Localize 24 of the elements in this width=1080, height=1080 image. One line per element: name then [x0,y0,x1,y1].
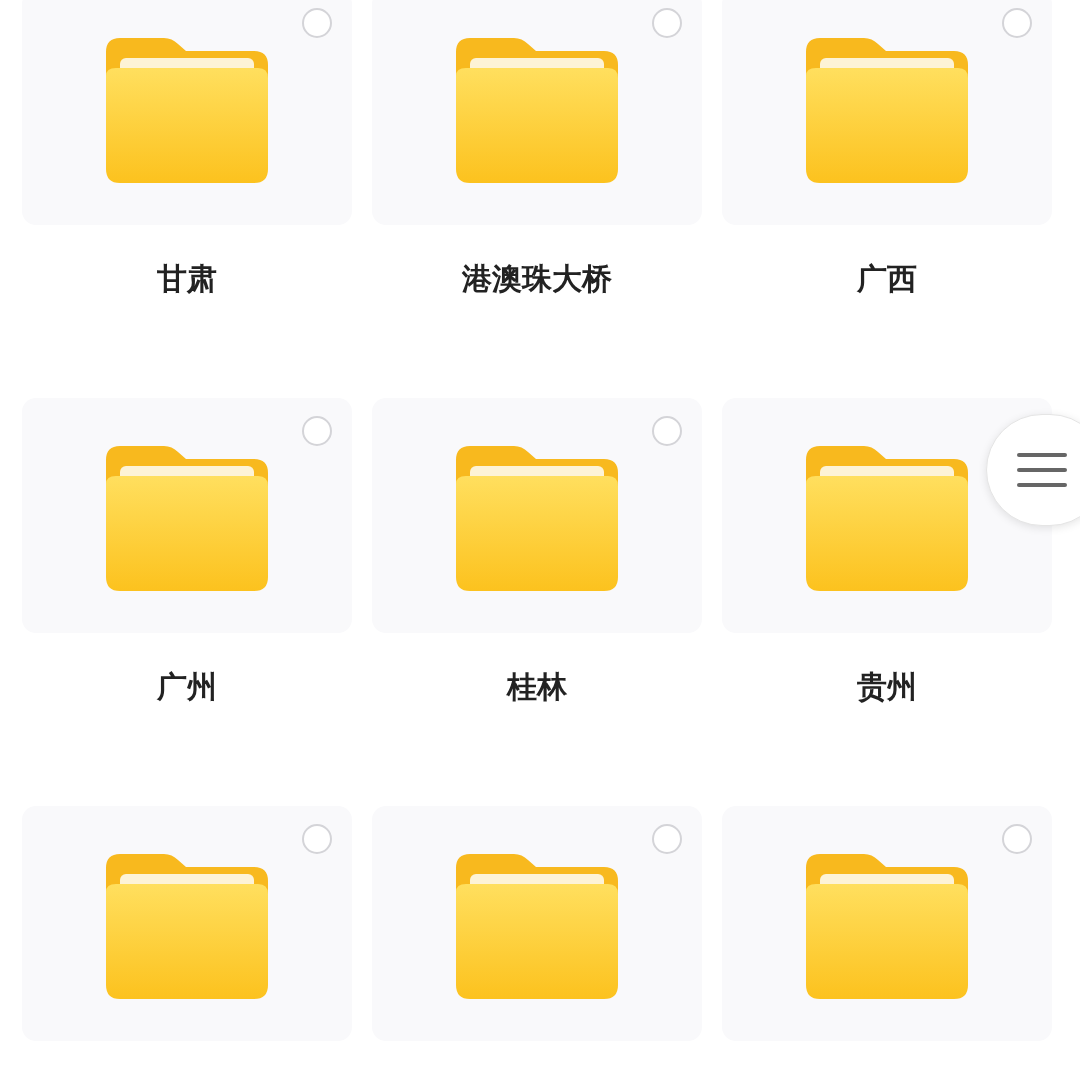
folder-name: 甘肃 [157,260,217,298]
folder-icon [806,854,968,999]
folder-card[interactable] [372,0,702,225]
folder-icon [806,446,968,591]
folder-icon [456,854,618,999]
folder-icon [456,38,618,183]
folder-card[interactable] [722,806,1052,1041]
folder-card[interactable] [22,398,352,633]
folder-icon [806,38,968,183]
folder-card[interactable] [372,398,702,633]
folder-card[interactable] [722,0,1052,225]
folder-card[interactable] [22,806,352,1041]
folder-name: 广州 [157,668,217,706]
folder-name: 广西 [857,260,917,298]
folder-name: 桂林 [507,668,567,706]
folder-card[interactable] [372,806,702,1041]
folder-name: 贵州 [857,668,917,706]
folder-icon [456,446,618,591]
folder-icon [106,38,268,183]
folder-icon [106,854,268,999]
menu-icon [1017,451,1067,489]
folder-icon [106,446,268,591]
folder-name: 港澳珠大桥 [462,260,612,298]
folder-card[interactable] [22,0,352,225]
